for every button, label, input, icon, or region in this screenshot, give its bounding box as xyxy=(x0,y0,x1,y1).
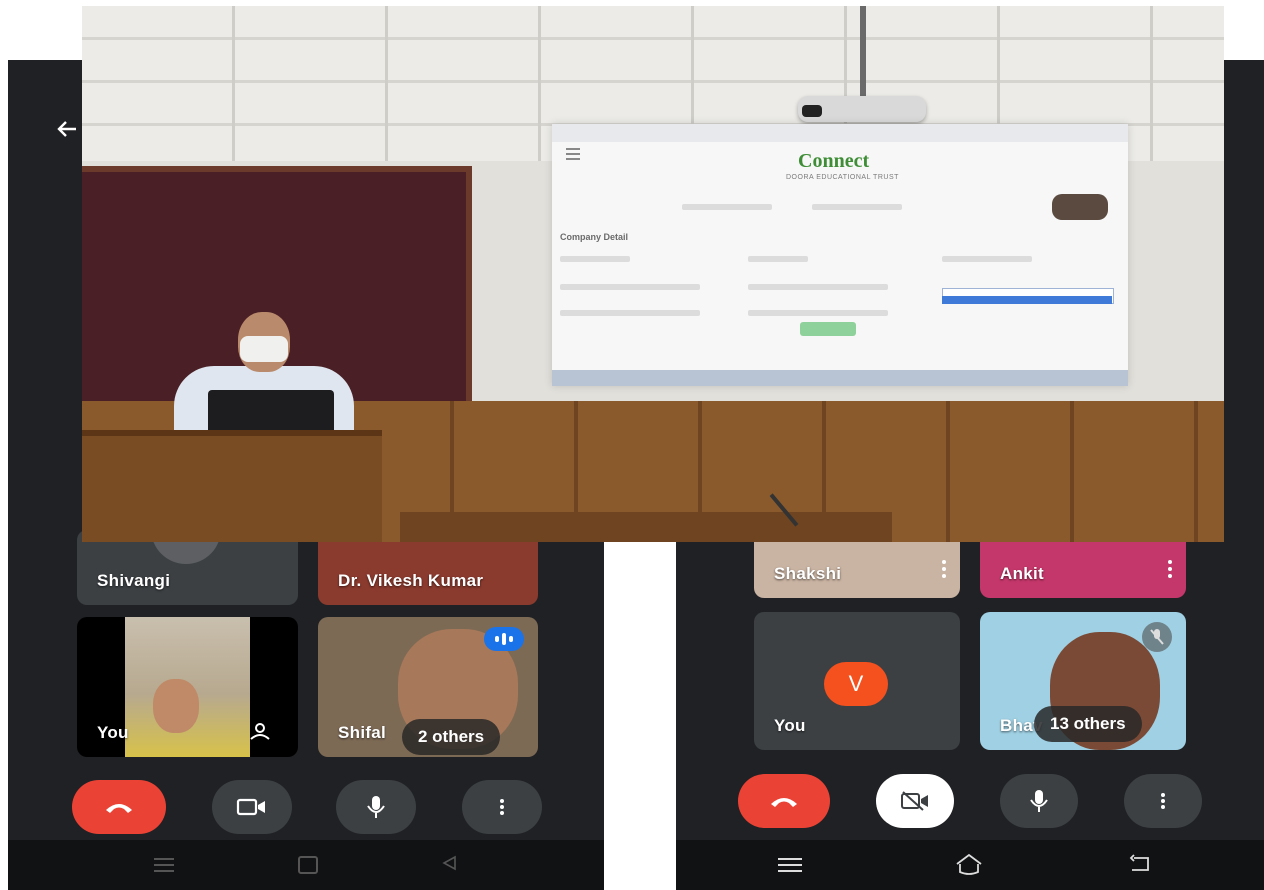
menu-icon[interactable] xyxy=(778,858,802,872)
form-field xyxy=(560,256,630,262)
end-call-button[interactable] xyxy=(738,774,830,828)
phone-hangup-icon xyxy=(771,798,797,807)
profile-photo xyxy=(1052,194,1108,220)
camera-off-button[interactable] xyxy=(876,774,954,828)
projector-mount xyxy=(860,6,866,98)
home-icon[interactable] xyxy=(298,856,318,874)
more-options-button[interactable] xyxy=(462,780,542,834)
more-options-button[interactable] xyxy=(1124,774,1202,828)
more-vert-icon xyxy=(500,797,504,817)
avatar: V xyxy=(824,662,888,706)
desk xyxy=(400,512,892,542)
presentation-video-feed: Connect DOORA EDUCATIONAL TRUST Company … xyxy=(82,6,1224,542)
logo-text: Connect xyxy=(798,150,870,172)
others-chip[interactable]: 13 others xyxy=(1034,706,1142,742)
mic-off-icon xyxy=(1142,622,1172,652)
system-nav-bar xyxy=(8,840,604,890)
mic-icon xyxy=(367,796,385,818)
form-field xyxy=(682,204,772,210)
submit-button xyxy=(800,322,856,336)
dropdown-highlight xyxy=(942,296,1112,304)
home-icon[interactable] xyxy=(954,852,984,881)
laptop xyxy=(208,390,334,432)
system-nav-bar xyxy=(676,840,1264,890)
participant-name: Shakshi xyxy=(774,564,842,583)
camera-switch-icon[interactable] xyxy=(247,719,273,743)
form-field xyxy=(560,284,700,290)
participant-tile-self[interactable]: You xyxy=(77,617,298,757)
participant-name: Shivangi xyxy=(97,571,171,590)
phone-hangup-icon xyxy=(106,804,132,813)
form-field xyxy=(812,204,902,210)
back-icon[interactable] xyxy=(1128,854,1152,879)
form-field xyxy=(748,256,808,262)
participant-name: You xyxy=(774,716,806,735)
org-subtitle: DOORA EDUCATIONAL TRUST xyxy=(786,174,899,181)
others-chip[interactable]: 2 others xyxy=(402,719,501,755)
menu-icon[interactable] xyxy=(154,858,174,872)
microphone-button[interactable] xyxy=(1000,774,1078,828)
projected-screen: Connect DOORA EDUCATIONAL TRUST Company … xyxy=(552,124,1128,386)
projector-lens xyxy=(802,105,822,117)
participant-name: Shifal xyxy=(338,723,387,742)
hamburger-icon xyxy=(566,148,580,160)
videocam-off-icon xyxy=(901,791,928,811)
avatar-letter: V xyxy=(848,671,864,696)
form-field xyxy=(748,310,888,316)
participant-tile-self[interactable]: V You xyxy=(754,612,960,750)
form-field xyxy=(748,284,888,290)
microphone-button[interactable] xyxy=(336,780,416,834)
face-mask xyxy=(240,336,288,362)
browser-bar xyxy=(552,124,1128,142)
back-triangle-icon[interactable] xyxy=(440,854,458,877)
more-vert-icon[interactable] xyxy=(1168,560,1172,581)
speaking-indicator-icon xyxy=(484,627,524,651)
podium xyxy=(82,430,382,542)
taskbar xyxy=(552,370,1128,386)
person-face xyxy=(153,679,199,733)
videocam-icon xyxy=(236,798,265,816)
form-field xyxy=(560,310,700,316)
back-arrow-icon[interactable] xyxy=(54,116,80,142)
participant-name: Dr. Vikesh Kumar xyxy=(338,571,484,590)
participant-name: You xyxy=(97,723,129,742)
participant-tile-bhav[interactable]: Bhav 13 others xyxy=(980,612,1186,750)
more-vert-icon[interactable] xyxy=(942,560,946,581)
form-field xyxy=(942,256,1032,262)
mic-icon xyxy=(1030,790,1048,812)
self-video-feed xyxy=(125,617,250,757)
participant-name: Ankit xyxy=(1000,564,1044,583)
section-heading: Company Detail xyxy=(560,232,629,242)
more-vert-icon xyxy=(1161,791,1165,811)
end-call-button[interactable] xyxy=(72,780,166,834)
camera-button[interactable] xyxy=(212,780,292,834)
participant-tile-shifal[interactable]: Shifal 2 others xyxy=(318,617,538,757)
